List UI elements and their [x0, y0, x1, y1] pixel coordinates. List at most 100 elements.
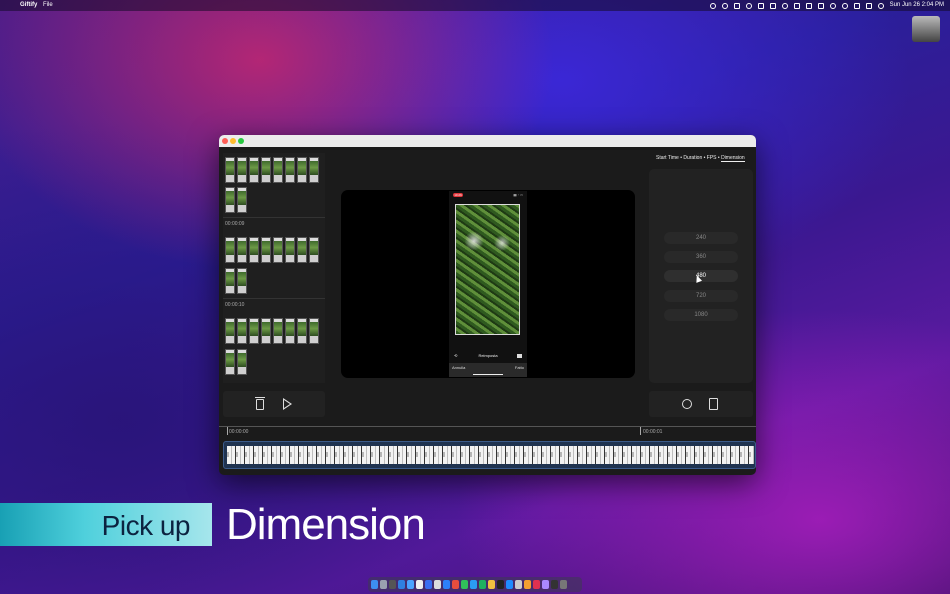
export-gif-icon[interactable]	[709, 398, 718, 410]
aspect-icon	[517, 354, 522, 358]
notes-icon[interactable]	[488, 580, 495, 589]
launchpad-icon[interactable]	[380, 580, 387, 589]
app-icon[interactable]	[542, 580, 549, 589]
siri-icon[interactable]	[877, 2, 884, 9]
app-icon[interactable]	[452, 580, 459, 589]
timeline-track[interactable]	[223, 441, 756, 469]
frame-thumbnail[interactable]	[225, 349, 235, 375]
crumb-duration[interactable]: Duration	[683, 155, 702, 161]
app-icon[interactable]	[425, 580, 432, 589]
frame-thumbnail[interactable]	[273, 157, 283, 183]
dimension-option-1080[interactable]: 1080	[664, 309, 738, 321]
app-store-icon[interactable]	[443, 580, 450, 589]
bluetooth-icon[interactable]	[805, 2, 812, 9]
frame-thumbnail[interactable]	[285, 237, 295, 263]
close-window-button[interactable]	[222, 138, 228, 144]
volume-icon[interactable]	[793, 2, 800, 9]
frame-thumbnail[interactable]	[297, 318, 307, 344]
status-display-icon[interactable]	[769, 2, 776, 9]
input-source-icon[interactable]	[853, 2, 860, 9]
frame-thumbnail[interactable]	[237, 157, 247, 183]
frame-thumbnail[interactable]	[237, 349, 247, 375]
frame-thumbnail[interactable]	[309, 237, 319, 263]
crumb-start-time[interactable]: Start Time	[656, 155, 679, 161]
settings-icon[interactable]	[682, 399, 692, 409]
status-keyboard-icon[interactable]	[733, 2, 740, 9]
app-window: 00:00:09 00:00:10 10:26 ▮▮ ◔ ▭ ⟲ Reimpos…	[219, 135, 756, 475]
frame-thumbnail[interactable]	[225, 187, 235, 213]
messages-icon[interactable]	[461, 580, 468, 589]
frame-thumbnail[interactable]	[249, 318, 259, 344]
frame-strip[interactable]	[227, 446, 754, 464]
frame-thumbnail[interactable]	[225, 268, 235, 294]
control-center-icon[interactable]	[865, 2, 872, 9]
app-icon[interactable]	[515, 580, 522, 589]
frame-thumbnail[interactable]	[249, 157, 259, 183]
frame-thumbnail[interactable]	[285, 318, 295, 344]
file-menu[interactable]: File	[43, 0, 53, 11]
frame-thumbnail[interactable]	[297, 157, 307, 183]
title-bar[interactable]	[219, 135, 756, 147]
trash-icon[interactable]	[255, 397, 265, 410]
crumb-dimension[interactable]: Dimension	[721, 155, 745, 162]
frame-thumbnail[interactable]	[237, 237, 247, 263]
frame-thumbnail[interactable]	[273, 237, 283, 263]
desktop-file-icon[interactable]	[912, 16, 940, 42]
app-icon[interactable]	[551, 580, 558, 589]
minimize-window-button[interactable]	[230, 138, 236, 144]
zoom-window-button[interactable]	[238, 138, 244, 144]
search-icon[interactable]	[841, 2, 848, 9]
app-icon[interactable]	[389, 580, 396, 589]
app-icon[interactable]	[479, 580, 486, 589]
dimension-option-360[interactable]: 360	[664, 251, 738, 263]
battery-icon[interactable]	[817, 2, 824, 9]
status-clock-icon[interactable]	[721, 2, 728, 9]
frame-thumbnail[interactable]	[285, 157, 295, 183]
app-icon[interactable]	[470, 580, 477, 589]
dimension-option-240[interactable]: 240	[664, 232, 738, 244]
dimension-option-720[interactable]: 720	[664, 290, 738, 302]
frame-thumbnail[interactable]	[261, 237, 271, 263]
video-preview[interactable]: 10:26 ▮▮ ◔ ▭ ⟲ Reimposta Annulla Fatto	[341, 190, 635, 378]
frame-thumbnail[interactable]	[237, 187, 247, 213]
status-grid-icon[interactable]	[757, 2, 764, 9]
thumbnail-row	[225, 157, 319, 183]
app-icon[interactable]	[434, 580, 441, 589]
app-icon[interactable]	[533, 580, 540, 589]
frame-thumbnail[interactable]	[249, 237, 259, 263]
frame-thumbnail[interactable]	[297, 237, 307, 263]
frame-thumbnails-panel[interactable]: 00:00:09 00:00:10	[223, 153, 325, 383]
app-icon[interactable]	[407, 580, 414, 589]
app-icon[interactable]	[497, 580, 504, 589]
status-record-icon[interactable]	[709, 2, 716, 9]
frame-thumbnail[interactable]	[309, 318, 319, 344]
frame-thumbnail[interactable]	[273, 318, 283, 344]
app-icon[interactable]	[506, 580, 513, 589]
app-icon[interactable]	[416, 580, 423, 589]
frame-thumbnail[interactable]	[225, 157, 235, 183]
caption-title: Dimension	[226, 500, 426, 549]
crumb-separator: •	[717, 155, 720, 161]
frame-thumbnail[interactable]	[237, 318, 247, 344]
crumb-fps[interactable]: FPS	[707, 155, 717, 161]
frame-thumbnail[interactable]	[309, 157, 319, 183]
frame-thumbnail[interactable]	[261, 157, 271, 183]
frame-thumbnail[interactable]	[237, 268, 247, 294]
status-network-icon[interactable]	[745, 2, 752, 9]
dock	[368, 577, 582, 592]
frame-thumbnail[interactable]	[261, 318, 271, 344]
wifi-icon[interactable]	[829, 2, 836, 9]
app-menu[interactable]: Giftify	[20, 0, 37, 11]
app-icon[interactable]	[524, 580, 531, 589]
thumbnail-row	[225, 237, 319, 263]
dimension-options-panel: 240 360 480 720 1080	[649, 169, 753, 383]
trash-dock-icon[interactable]	[560, 580, 567, 589]
thumbnail-row	[225, 268, 247, 294]
frame-thumbnail[interactable]	[225, 237, 235, 263]
play-icon[interactable]	[283, 398, 292, 410]
finder-icon[interactable]	[371, 580, 378, 589]
menu-clock[interactable]: Sun Jun 26 2:04 PM	[890, 0, 944, 11]
status-focus-icon[interactable]	[781, 2, 788, 9]
frame-thumbnail[interactable]	[225, 318, 235, 344]
safari-icon[interactable]	[398, 580, 405, 589]
